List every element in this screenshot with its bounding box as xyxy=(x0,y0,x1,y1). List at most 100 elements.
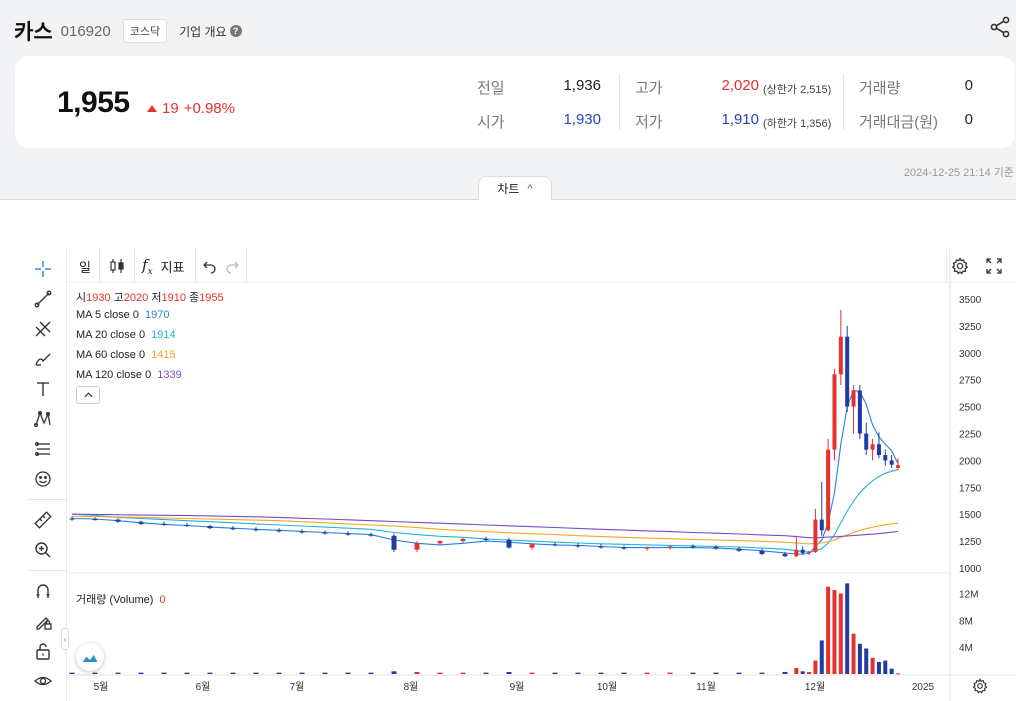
open-legend-label: 시 xyxy=(76,292,87,304)
candle-body xyxy=(819,519,824,531)
volume-tick-label: 8M xyxy=(959,616,973,627)
candle-body xyxy=(857,390,862,434)
price-chart[interactable]: 3500 3250 3000 2750 2500 2250 2000 1750 1500 1250… xyxy=(0,200,1016,701)
low-legend-value: 1910 xyxy=(161,292,186,304)
candle-body xyxy=(460,538,466,542)
company-overview-link[interactable]: 기업 개요 ? xyxy=(179,23,242,40)
candle-body xyxy=(414,543,420,550)
share-icon[interactable] xyxy=(988,15,1012,39)
close-legend-label: 종 xyxy=(189,292,200,304)
close-legend-value: 1955 xyxy=(199,292,224,304)
question-icon: ? xyxy=(229,25,242,37)
ma20-legend[interactable]: MA 20 close 0 1914 xyxy=(76,329,176,341)
y-tick-label: 3250 xyxy=(959,322,982,333)
candle-body xyxy=(713,547,719,549)
high-value: 2,020 xyxy=(721,77,759,94)
prev-close-label: 전일 xyxy=(477,80,505,97)
volume-bar xyxy=(276,672,282,674)
candle-body xyxy=(437,541,443,544)
candle-body xyxy=(736,548,742,551)
y-tick-label: 3000 xyxy=(959,349,982,360)
volume-bar xyxy=(838,593,843,674)
volume-bar xyxy=(851,633,856,674)
candle-body xyxy=(807,551,812,553)
change-amount: 19 xyxy=(162,100,179,117)
volume-bar xyxy=(896,673,900,675)
chart-logo-icon[interactable] xyxy=(76,643,104,671)
volume-bar xyxy=(800,671,805,674)
volume-bar xyxy=(713,672,719,674)
volume-tick-label: 12M xyxy=(959,589,978,600)
candle-body xyxy=(506,540,512,548)
ma120-value: 1339 xyxy=(157,369,182,381)
axis-settings-gear-icon[interactable] xyxy=(972,678,988,694)
volume-bar xyxy=(736,672,742,674)
volume-bar xyxy=(832,590,837,674)
high-legend-value: 2020 xyxy=(123,292,149,304)
ma120-legend[interactable]: MA 120 close 0 1339 xyxy=(76,369,182,381)
ma20-value: 1914 xyxy=(151,329,176,341)
market-badge: 코스닥 xyxy=(122,19,168,43)
volume-bar xyxy=(644,672,650,674)
low-label: 저가 xyxy=(635,114,663,131)
volume-bar xyxy=(414,671,420,674)
x-tick-label: 6월 xyxy=(196,681,211,693)
candle-body xyxy=(759,550,765,555)
ma60-label: MA 60 close 0 xyxy=(76,349,146,361)
quote-card: 1,955 19 +0.98% 전일 1,936 시가 1,930 고가 2,0… xyxy=(15,56,1015,148)
high-label: 고가 xyxy=(635,80,663,97)
volume-bar xyxy=(794,667,799,674)
candle-body xyxy=(896,465,900,468)
volume-bar xyxy=(876,661,881,674)
volume-bar xyxy=(207,672,213,674)
x-tick-label: 7월 xyxy=(290,681,305,693)
y-tick-label: 2750 xyxy=(959,376,982,387)
ma60-legend[interactable]: MA 60 close 0 1415 xyxy=(76,349,176,361)
legend-collapse-button[interactable] xyxy=(76,386,100,404)
y-tick-label: 1000 xyxy=(959,564,982,575)
volume-bar xyxy=(529,672,535,674)
volume-bar xyxy=(552,672,558,674)
volume-bar xyxy=(667,672,673,674)
volume-bar xyxy=(813,660,818,674)
candle-body xyxy=(322,532,328,534)
x-tick-label: 11월 xyxy=(696,681,716,693)
volume-bar xyxy=(345,672,351,674)
quote-timestamp: 2024-12-25 21:14 기준 xyxy=(903,167,1014,179)
volume-bar xyxy=(621,672,627,674)
y-tick-label: 3500 xyxy=(959,295,982,306)
open-legend-value: 1930 xyxy=(86,292,111,304)
price-change: 19 +0.98% xyxy=(147,100,235,117)
x-tick-label: 9월 xyxy=(510,681,525,693)
candle-body xyxy=(832,374,837,450)
stock-code: 016920 xyxy=(60,22,111,40)
x-tick-label: 10월 xyxy=(597,681,617,693)
volume-bar xyxy=(322,672,328,674)
candle-body xyxy=(598,546,604,548)
candle-body xyxy=(184,524,190,527)
candle-body xyxy=(161,523,167,525)
candle-body xyxy=(782,554,788,557)
volume-legend-value: 0 xyxy=(159,594,166,606)
chart-tab[interactable]: 차트 ^ xyxy=(478,176,552,200)
y-tick-label: 1250 xyxy=(959,537,982,548)
candle-body xyxy=(253,529,259,531)
candle-body xyxy=(299,531,305,533)
ohlc-legend: 시1930 고2020 저1910 종1955 xyxy=(76,289,224,305)
volume-value: 0 xyxy=(964,77,973,94)
ma5-legend[interactable]: MA 5 close 0 1970 xyxy=(76,309,169,321)
ma5-label: MA 5 close 0 xyxy=(76,309,139,321)
volume-bar xyxy=(819,640,824,674)
volume-bar xyxy=(138,672,144,674)
volume-bar xyxy=(368,672,374,674)
y-tick-label: 2250 xyxy=(959,430,982,441)
candle-body xyxy=(813,519,818,552)
volume-bar xyxy=(826,586,831,674)
ma120-label: MA 120 close 0 xyxy=(76,369,152,381)
volume-bar xyxy=(864,648,869,674)
candle-body xyxy=(391,535,397,550)
x-tick-label: 8월 xyxy=(404,681,419,693)
candle-body xyxy=(483,538,489,541)
volume-bar xyxy=(506,671,512,674)
candle-body xyxy=(368,534,374,536)
